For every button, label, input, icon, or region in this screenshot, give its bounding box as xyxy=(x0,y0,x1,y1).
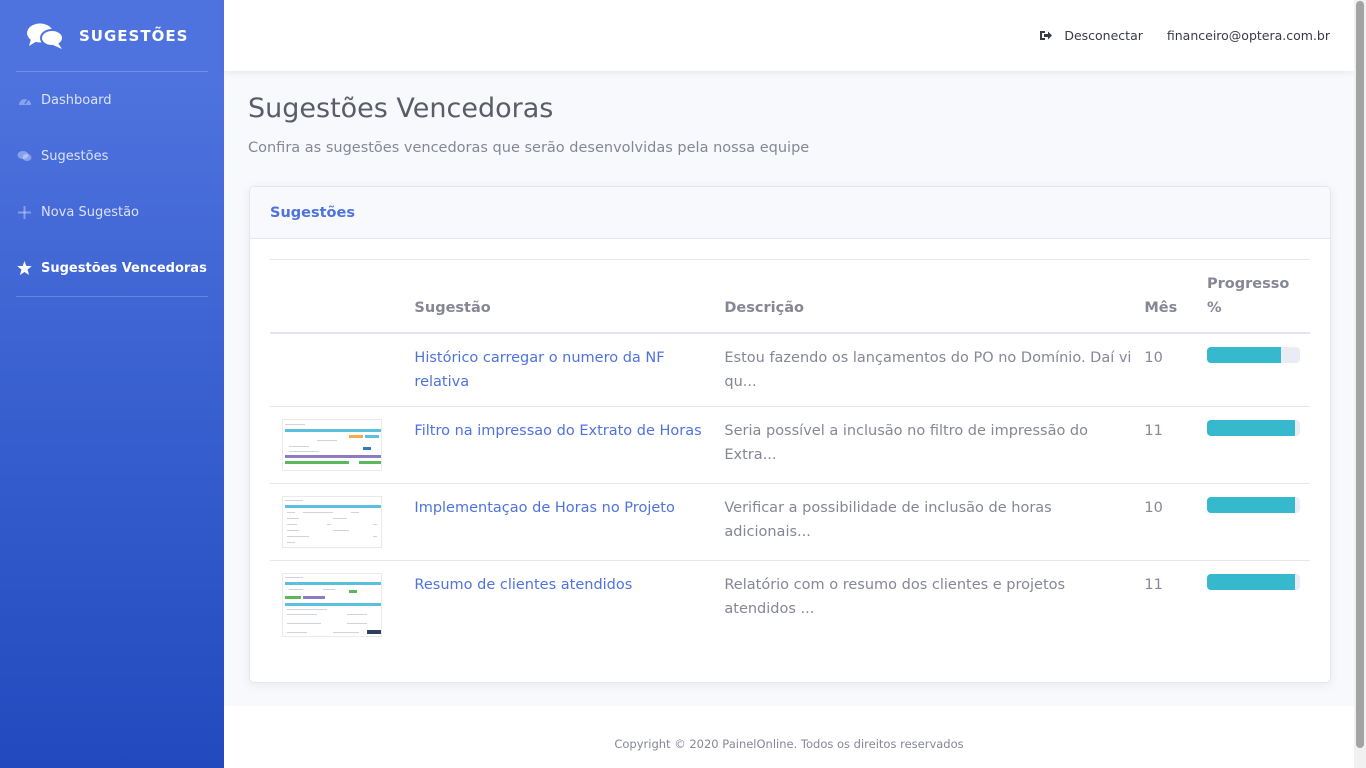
comments-icon xyxy=(17,149,32,164)
row-progress-cell xyxy=(1207,406,1310,484)
sidebar-item-label: Sugestões Vencedoras xyxy=(41,260,207,276)
progress-fill xyxy=(1207,420,1296,436)
sidebar-item-label: Sugestões xyxy=(41,148,109,164)
sidebar-item-dashboard[interactable]: Dashboard xyxy=(0,72,224,128)
sidebar-item-label: Dashboard xyxy=(41,92,112,108)
row-image-cell xyxy=(270,483,415,561)
sidebar-item-sugestoes-vencedoras[interactable]: Sugestões Vencedoras xyxy=(0,240,224,296)
row-image-cell xyxy=(270,406,415,484)
star-icon xyxy=(17,261,32,276)
column-header-description[interactable]: Descrição xyxy=(724,259,1145,334)
row-progress-cell xyxy=(1207,483,1310,561)
row-month: 10 xyxy=(1144,483,1207,561)
suggestion-thumbnail[interactable] xyxy=(282,496,382,548)
suggestion-link[interactable]: Implementaçao de Horas no Projeto xyxy=(414,500,674,516)
progress-fill xyxy=(1207,347,1282,363)
progress-bar xyxy=(1207,347,1300,363)
logout-link[interactable]: Desconectar xyxy=(1040,28,1143,43)
progress-fill xyxy=(1207,497,1296,513)
sidebar-item-nova-sugestao[interactable]: Nova Sugestão xyxy=(0,184,224,240)
logout-label: Desconectar xyxy=(1064,28,1143,43)
column-header-month[interactable]: Mês xyxy=(1144,259,1207,334)
progress-bar xyxy=(1207,497,1300,513)
topbar-right: Desconectar financeiro@optera.com.br xyxy=(1040,0,1330,71)
copyright-text: Copyright © 2020 PainelOnline. Todos os … xyxy=(614,737,964,751)
main-content: Sugestões Vencedoras Confira as sugestõe… xyxy=(224,71,1354,706)
suggestions-card: Sugestões Sugestão Descrição Mês Progres… xyxy=(249,186,1331,683)
column-header-suggestion[interactable]: Sugestão xyxy=(414,259,725,334)
topbar: Desconectar financeiro@optera.com.br xyxy=(224,0,1354,71)
table-row: Resumo de clientes atendidos Relatório c… xyxy=(270,561,1310,650)
user-email[interactable]: financeiro@optera.com.br xyxy=(1167,28,1330,43)
tachometer-icon xyxy=(17,93,32,108)
card-header: Sugestões xyxy=(250,187,1330,239)
row-suggestion-cell: Implementaçao de Horas no Projeto xyxy=(414,483,725,561)
footer: Copyright © 2020 PainelOnline. Todos os … xyxy=(224,706,1354,768)
sidebar-divider xyxy=(16,296,208,297)
scrollbar-thumb[interactable] xyxy=(1356,1,1364,748)
row-description: Estou fazendo os lançamentos do PO no Do… xyxy=(724,333,1145,407)
suggestion-link[interactable]: Filtro na impressao do Extrato de Horas xyxy=(414,423,701,439)
row-image-cell xyxy=(270,333,415,407)
sidebar-item-label: Nova Sugestão xyxy=(41,204,140,220)
row-suggestion-cell: Histórico carregar o numero da NF relati… xyxy=(414,333,725,407)
row-description: Seria possível a inclusão no filtro de i… xyxy=(724,406,1145,484)
table-header-row: Sugestão Descrição Mês Progresso % xyxy=(270,259,1310,334)
row-suggestion-cell: Resumo de clientes atendidos xyxy=(414,561,724,650)
page-title: Sugestões Vencedoras xyxy=(248,93,554,124)
progress-bar xyxy=(1207,420,1300,436)
suggestions-table: Sugestão Descrição Mês Progresso % Histó… xyxy=(270,259,1310,649)
row-description: Relatório com o resumo dos clientes e pr… xyxy=(724,577,1066,617)
suggestion-thumbnail[interactable] xyxy=(282,573,382,637)
row-progress-cell xyxy=(1207,333,1310,407)
comments-icon xyxy=(27,23,64,49)
table-row: Filtro na impressao do Extrato de Horas … xyxy=(270,406,1310,484)
row-suggestion-cell: Filtro na impressao do Extrato de Horas xyxy=(414,406,725,484)
row-month: 10 xyxy=(1144,333,1207,407)
row-month: 11 xyxy=(1144,577,1163,593)
scrollbar[interactable] xyxy=(1354,0,1366,768)
row-image-cell xyxy=(270,561,414,650)
progress-fill xyxy=(1207,574,1296,590)
brand[interactable]: SUGESTÕES xyxy=(0,0,224,71)
brand-name: SUGESTÕES xyxy=(79,26,189,45)
row-progress-cell xyxy=(1207,561,1310,650)
row-description: Verificar a possibilidade de inclusão de… xyxy=(724,483,1145,561)
progress-bar xyxy=(1207,574,1300,590)
column-header-image xyxy=(270,259,415,334)
page-subtitle: Confira as sugestões vencedoras que serã… xyxy=(248,140,810,156)
suggestion-link[interactable]: Histórico carregar o numero da NF relati… xyxy=(414,350,664,390)
table-row: Implementaçao de Horas no Projeto Verifi… xyxy=(270,483,1310,561)
sign-out-icon xyxy=(1040,30,1053,41)
suggestion-link[interactable]: Resumo de clientes atendidos xyxy=(414,577,632,593)
row-month: 11 xyxy=(1144,406,1207,484)
table-row: Histórico carregar o numero da NF relati… xyxy=(270,333,1310,407)
sidebar: SUGESTÕES Dashboard Sugestões Nova Suges… xyxy=(0,0,224,768)
column-header-progress[interactable]: Progresso % xyxy=(1207,259,1310,334)
card-title: Sugestões xyxy=(270,204,355,221)
suggestion-thumbnail[interactable] xyxy=(282,419,382,471)
plus-icon xyxy=(17,205,32,220)
sidebar-item-sugestoes[interactable]: Sugestões xyxy=(0,128,224,184)
